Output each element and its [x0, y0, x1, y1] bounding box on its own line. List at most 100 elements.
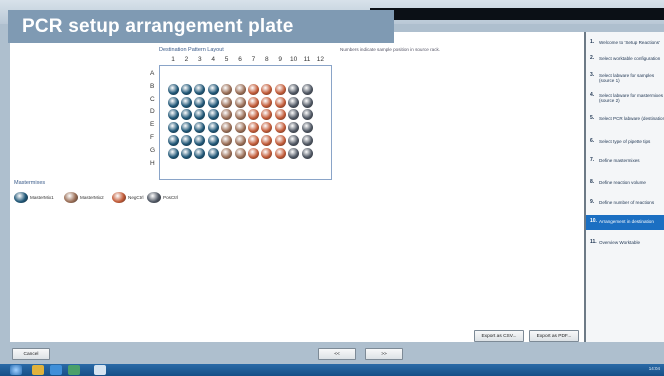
browser-icon[interactable]	[50, 365, 62, 375]
plate-well[interactable]	[301, 109, 313, 121]
row-label: B	[150, 82, 155, 90]
plate-note: Numbers indicate sample position in sour…	[340, 47, 441, 52]
plate-well[interactable]	[207, 147, 219, 159]
wizard-step-label: Define number of reactions	[599, 200, 655, 205]
plate-well[interactable]	[180, 147, 192, 159]
plate-well[interactable]	[167, 109, 179, 121]
plate-well[interactable]	[207, 83, 219, 95]
plate-well[interactable]	[167, 135, 179, 146]
plate-well[interactable]	[180, 122, 192, 134]
row-label: A	[150, 70, 155, 77]
plate-well[interactable]	[247, 122, 259, 134]
column-label: 11	[303, 56, 311, 63]
page-banner: PCR setup arrangement plate	[8, 10, 394, 43]
plate-well[interactable]	[274, 135, 286, 146]
plate-well[interactable]	[247, 135, 259, 146]
plate-well[interactable]	[180, 135, 192, 146]
wizard-step-label: Overview Worktable	[599, 240, 641, 245]
plate-well[interactable]	[234, 122, 246, 134]
cancel-button[interactable]: Cancel	[12, 348, 50, 360]
start-icon[interactable]	[10, 365, 22, 375]
plate-well[interactable]	[301, 96, 313, 108]
plate-well[interactable]	[167, 122, 179, 134]
wizard-step-label: Welcome to 'Setup Reactions'	[599, 40, 660, 45]
plate-well[interactable]	[167, 147, 179, 159]
export-csv-button[interactable]: Export as CSV...	[474, 330, 524, 342]
clock: 14:04	[648, 366, 660, 371]
legend-swatch	[64, 192, 78, 203]
window-icon[interactable]	[94, 365, 106, 375]
plate-well[interactable]	[261, 96, 273, 108]
plate-well[interactable]	[194, 96, 206, 108]
plate-well[interactable]	[288, 96, 300, 108]
row-label: E	[150, 121, 155, 129]
plate-well[interactable]	[207, 122, 219, 134]
plate-well[interactable]	[301, 135, 313, 146]
plate-title: Destination Pattern Layout	[159, 47, 224, 53]
app-icon[interactable]	[68, 365, 80, 375]
plate-well[interactable]	[274, 147, 286, 159]
plate-well[interactable]	[274, 83, 286, 95]
legend-swatch	[147, 192, 161, 203]
wizard-step-number: 2.	[590, 55, 595, 61]
plate-well[interactable]	[234, 83, 246, 95]
wizard-step-label: Arrangement in destination	[599, 219, 654, 224]
plate-well[interactable]	[207, 135, 219, 146]
plate-well[interactable]	[234, 109, 246, 121]
plate-well[interactable]	[247, 96, 259, 108]
legend-label: NegCtrl	[128, 195, 144, 200]
plate-well[interactable]	[234, 96, 246, 108]
plate-well[interactable]	[180, 96, 192, 108]
wizard-step-label: Select PCR labware (destination)	[599, 116, 664, 121]
wizard-step-number: 9.	[590, 199, 595, 205]
column-label: 1	[171, 56, 175, 63]
plate-well[interactable]	[288, 83, 300, 95]
plate-well[interactable]	[288, 147, 300, 159]
plate-well[interactable]	[180, 83, 192, 95]
column-label: 9	[278, 56, 282, 63]
plate-well[interactable]	[167, 83, 179, 95]
plate-well[interactable]	[234, 135, 246, 146]
plate-well[interactable]	[301, 122, 313, 134]
plate-well[interactable]	[234, 147, 246, 159]
plate-well[interactable]	[301, 83, 313, 95]
plate-well[interactable]	[221, 83, 233, 95]
column-label: 4	[211, 56, 215, 63]
plate-well[interactable]	[221, 147, 233, 159]
row-label: F	[150, 134, 154, 141]
plate-well[interactable]	[274, 96, 286, 108]
row-label: G	[150, 146, 156, 154]
plate-well[interactable]	[207, 96, 219, 108]
wizard-step-number: 11.	[590, 239, 597, 245]
column-label: 3	[197, 56, 202, 63]
wizard-step-number: 6.	[590, 138, 595, 144]
wizard-step-number: 8.	[590, 179, 595, 185]
legend-label: MasterMix1	[30, 195, 54, 200]
column-label: 5	[224, 56, 229, 63]
os-taskbar: 14:04	[0, 364, 664, 376]
back-button[interactable]: <<	[318, 348, 356, 360]
column-label: 6	[238, 56, 242, 63]
next-button[interactable]: >>	[365, 348, 403, 360]
wizard-step[interactable]: 10. Arrangement in destination	[586, 215, 664, 230]
wizard-step-number: 4.	[590, 92, 595, 98]
plate-well[interactable]	[167, 96, 179, 108]
legend-swatch	[14, 192, 28, 203]
row-label: D	[150, 108, 155, 116]
row-label: H	[150, 159, 155, 167]
wizard-step-number: 5.	[590, 115, 595, 121]
column-label: 10	[289, 56, 298, 63]
plate-well[interactable]	[247, 147, 259, 159]
export-pdf-button[interactable]: Export as PDF...	[529, 330, 579, 342]
folder-icon[interactable]	[32, 365, 44, 375]
plate-well[interactable]	[221, 96, 233, 108]
plate-well[interactable]	[274, 122, 286, 134]
legend-label: PosCtrl	[163, 195, 179, 200]
legend-swatch	[112, 192, 126, 203]
column-label: 8	[264, 56, 269, 63]
column-label: 2	[184, 56, 189, 63]
plate-well[interactable]	[247, 83, 259, 95]
plate-well[interactable]	[301, 147, 313, 159]
window-header-strip	[370, 8, 664, 20]
wizard-step-label: Select worktable configuration	[599, 56, 661, 61]
